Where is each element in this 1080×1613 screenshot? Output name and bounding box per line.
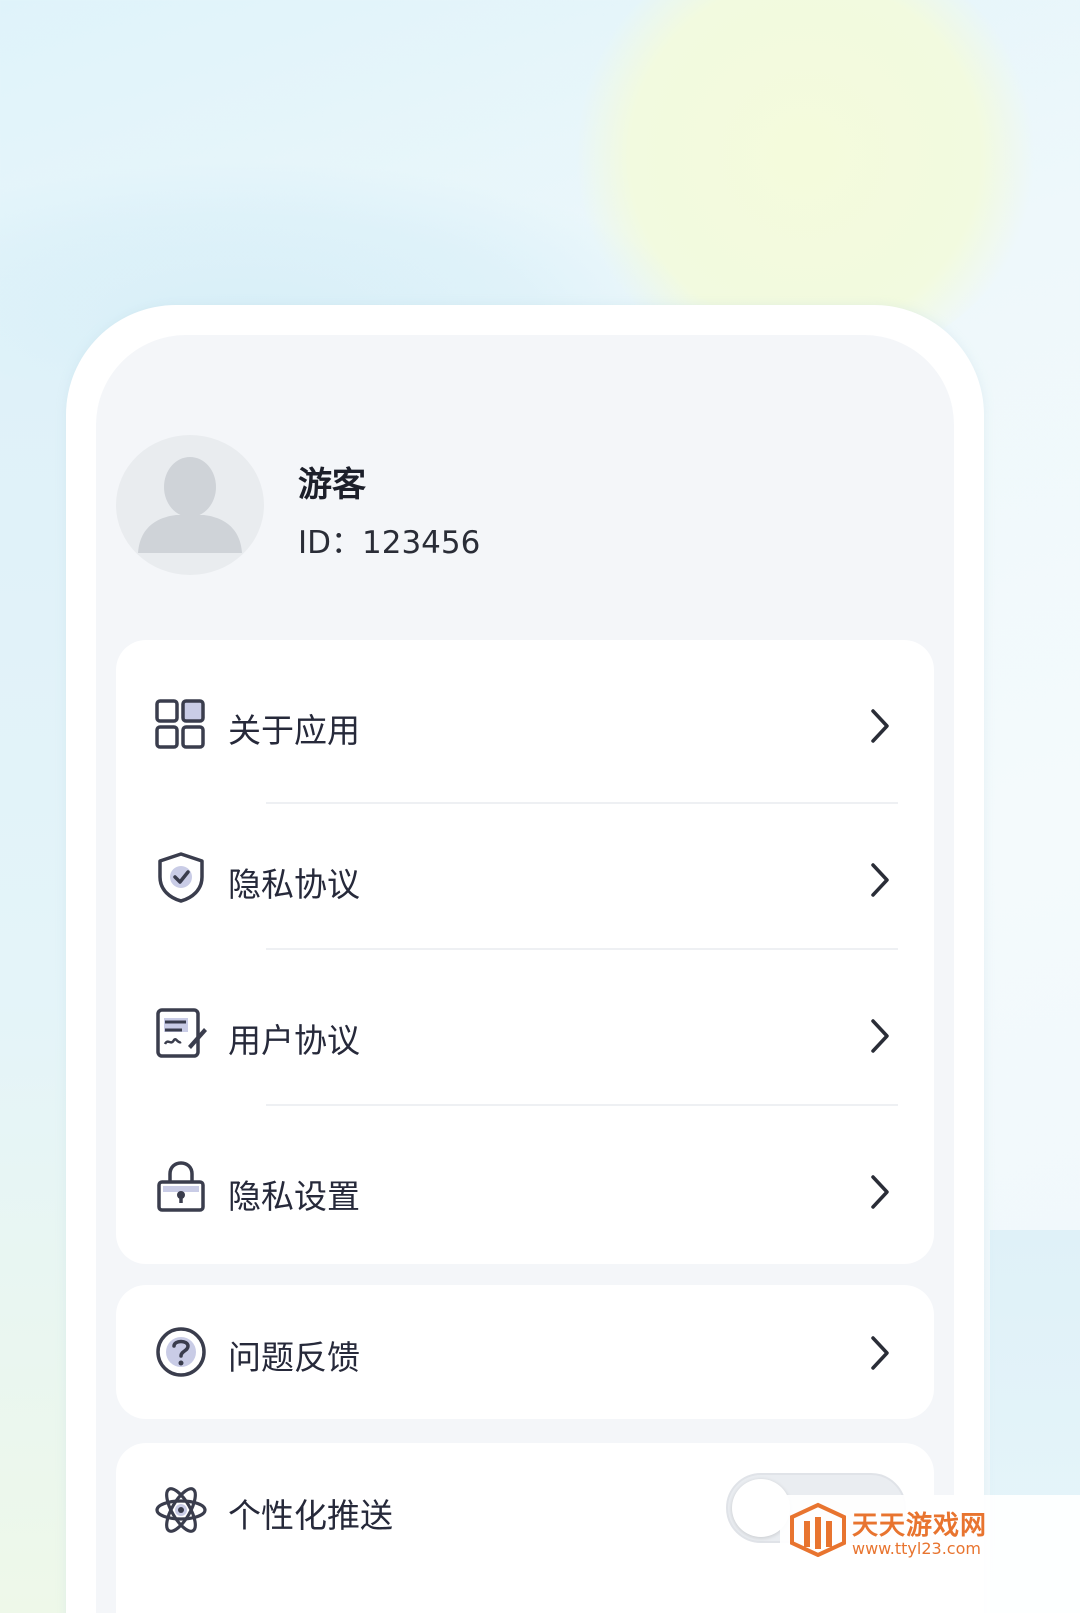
- chevron-right-icon: [871, 1336, 889, 1370]
- settings-card: 关于应用 隐私协议 用户协议 隐私设置: [116, 640, 934, 1264]
- menu-item-feedback[interactable]: 问题反馈: [116, 1285, 934, 1415]
- feedback-card: 问题反馈: [116, 1285, 934, 1419]
- lock-icon: [157, 1161, 205, 1212]
- chevron-right-icon: [871, 863, 889, 897]
- menu-item-label: 用户协议: [228, 1021, 360, 1060]
- menu-item-label: 隐私设置: [228, 1177, 360, 1216]
- divider: [266, 1104, 898, 1106]
- divider: [266, 948, 898, 950]
- shield-check-icon: [158, 852, 204, 903]
- phone-frame: 游客 ID：123456 关于应用 隐私协议 用户协议 隐私设置 问题反馈 个性…: [66, 305, 984, 1613]
- watermark-logo-icon: [790, 1502, 846, 1557]
- menu-item-label: 个性化推送: [228, 1496, 393, 1535]
- watermark: 天天游戏网 www.ttyl23.com: [780, 1495, 1080, 1613]
- watermark-url: www.ttyl23.com: [852, 1539, 981, 1558]
- menu-item-label: 隐私协议: [228, 865, 360, 904]
- menu-item-privacy-settings[interactable]: 隐私设置: [116, 1126, 934, 1256]
- menu-item-privacy-policy[interactable]: 隐私协议: [116, 814, 934, 944]
- chevron-right-icon: [871, 1175, 889, 1209]
- divider: [266, 802, 898, 804]
- chevron-right-icon: [871, 1019, 889, 1053]
- profile-screen: 游客 ID：123456 关于应用 隐私协议 用户协议 隐私设置 问题反馈 个性…: [96, 335, 954, 1613]
- chevron-right-icon: [871, 709, 889, 743]
- menu-item-label: 关于应用: [228, 711, 360, 750]
- document-sign-icon: [156, 1008, 207, 1058]
- menu-item-label: 问题反馈: [228, 1338, 360, 1377]
- avatar[interactable]: [116, 435, 264, 575]
- user-id: ID：123456: [298, 525, 481, 561]
- menu-item-user-agreement[interactable]: 用户协议: [116, 970, 934, 1100]
- apps-grid-icon: [155, 699, 205, 749]
- menu-item-about-app[interactable]: 关于应用: [116, 660, 934, 790]
- user-silhouette-icon: [138, 457, 242, 553]
- watermark-title: 天天游戏网: [852, 1511, 988, 1541]
- profile-header[interactable]: 游客 ID：123456: [116, 435, 716, 585]
- question-circle-icon: [156, 1327, 206, 1377]
- atom-icon: [155, 1487, 207, 1533]
- user-name: 游客: [298, 465, 366, 505]
